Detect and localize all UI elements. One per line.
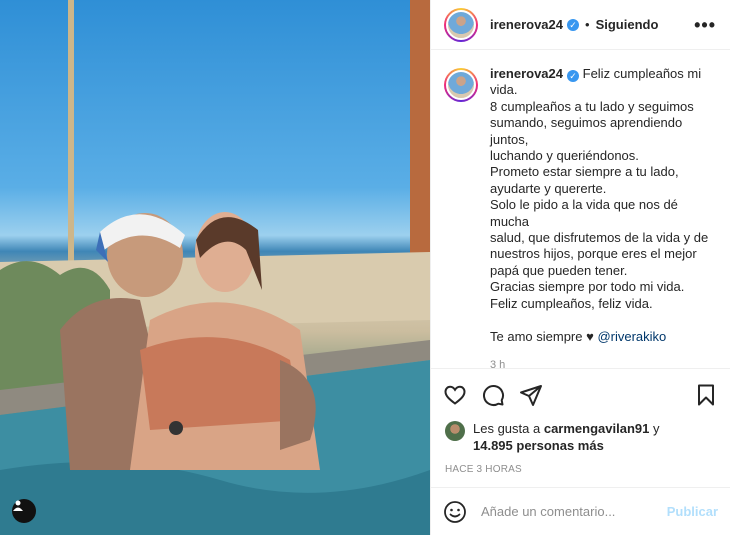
publish-button[interactable]: Publicar bbox=[667, 504, 718, 519]
liker-avatar[interactable] bbox=[445, 421, 465, 441]
post-header: irenerova24 ✓ • Siguiendo ••• bbox=[431, 0, 730, 50]
caption-line: sumando, seguimos aprendiendo juntos, bbox=[490, 115, 683, 147]
comment-input[interactable] bbox=[481, 504, 667, 519]
caption-line: nuestros hijos, porque eres el mejor bbox=[490, 246, 697, 262]
caption-author[interactable]: irenerova24 bbox=[490, 66, 563, 81]
caption-avatar[interactable] bbox=[444, 68, 478, 102]
mention-link[interactable]: @riverakiko bbox=[597, 329, 666, 344]
author-avatar[interactable] bbox=[444, 7, 478, 42]
verified-icon: ✓ bbox=[567, 18, 579, 31]
caption-line: papá que pueden tener. bbox=[490, 262, 628, 278]
instagram-post: irenerova24 ✓ • Siguiendo ••• irenerova2… bbox=[0, 0, 730, 535]
caption-line: Solo le pido a la vida que nos dé mucha bbox=[490, 197, 678, 229]
post-photo[interactable] bbox=[0, 0, 430, 535]
bookmark-icon[interactable] bbox=[694, 383, 718, 407]
caption-line: ayudarte y quererte. bbox=[490, 180, 607, 196]
author-username[interactable]: irenerova24 bbox=[490, 17, 563, 32]
post-timestamp[interactable]: HACE 3 HORAS bbox=[431, 454, 730, 475]
caption-text: irenerova24 ✓ Feliz cumpleaños mi vida. 8… bbox=[490, 66, 716, 345]
user-tag-icon[interactable] bbox=[12, 499, 36, 523]
following-button[interactable]: Siguiendo bbox=[596, 17, 659, 32]
liker-username[interactable]: carmengavilan91 bbox=[544, 421, 650, 436]
caption: irenerova24 ✓ Feliz cumpleaños mi vida. 8… bbox=[444, 66, 716, 345]
emoji-icon[interactable] bbox=[443, 500, 467, 524]
header-separator: • bbox=[585, 17, 590, 32]
caption-signoff: Te amo siempre ♥ bbox=[490, 328, 594, 344]
post-side-panel: irenerova24 ✓ • Siguiendo ••• irenerova2… bbox=[430, 0, 730, 535]
caption-line: luchando y queriéndonos. bbox=[490, 148, 639, 164]
verified-icon: ✓ bbox=[567, 70, 579, 82]
caption-line: Feliz cumpleaños, feliz vida. bbox=[490, 295, 653, 311]
share-icon[interactable] bbox=[519, 383, 543, 407]
add-comment-bar: Publicar bbox=[431, 487, 730, 535]
caption-time: 3 h bbox=[490, 358, 506, 368]
action-bar bbox=[431, 368, 730, 420]
comments-section[interactable]: irenerova24 ✓ Feliz cumpleaños mi vida. 8… bbox=[431, 50, 730, 368]
photo-illustration bbox=[0, 0, 430, 535]
caption-line: salud, que disfrutemos de la vida y de bbox=[490, 230, 709, 246]
likes-summary: Les gusta a carmengavilan91 y 14.895 per… bbox=[431, 420, 730, 454]
likes-count[interactable]: 14.895 personas más bbox=[473, 438, 604, 453]
comment-icon[interactable] bbox=[481, 383, 505, 407]
caption-line: 8 cumpleaños a tu lado y seguimos bbox=[490, 98, 694, 114]
likes-prefix: Les gusta a bbox=[473, 421, 541, 436]
caption-line: Prometo estar siempre a tu lado, bbox=[490, 164, 679, 180]
heart-icon[interactable] bbox=[443, 383, 467, 407]
likes-text: Les gusta a carmengavilan91 y 14.895 per… bbox=[473, 420, 659, 454]
more-options-icon[interactable]: ••• bbox=[694, 16, 716, 34]
likes-and: y bbox=[652, 421, 660, 436]
caption-line: Gracias siempre por todo mi vida. bbox=[490, 279, 685, 295]
